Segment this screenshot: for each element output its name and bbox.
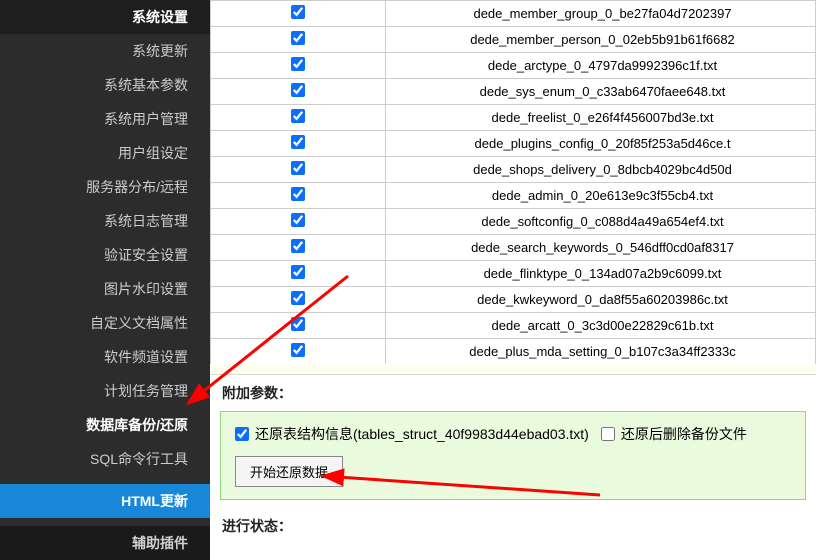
file-checkbox[interactable] xyxy=(291,239,305,253)
table-row: dede_arcatt_0_3c3d00e22829c61b.txt xyxy=(211,313,816,339)
file-checkbox[interactable] xyxy=(291,31,305,45)
table-row: dede_plugins_config_0_20f85f253a5d46ce.t xyxy=(211,131,816,157)
sidebar-item-user-mgmt[interactable]: 系统用户管理 xyxy=(0,102,210,136)
file-checkbox[interactable] xyxy=(291,109,305,123)
delete-after-checkbox[interactable] xyxy=(601,427,615,441)
file-name: dede_arcatt_0_3c3d00e22829c61b.txt xyxy=(390,318,815,333)
table-row: dede_search_keywords_0_546dff0cd0af8317 xyxy=(211,235,816,261)
file-name: dede_search_keywords_0_546dff0cd0af8317 xyxy=(390,240,815,255)
sidebar-item-security[interactable]: 验证安全设置 xyxy=(0,238,210,272)
note-row xyxy=(210,364,816,375)
file-name: dede_shops_delivery_0_8dbcb4029bc4d50d xyxy=(390,162,815,177)
restore-struct-label: 还原表结构信息(tables_struct_40f9983d44ebad03.t… xyxy=(255,424,589,444)
sidebar-item-sql[interactable]: SQL命令行工具 xyxy=(0,442,210,476)
start-restore-button[interactable]: 开始还原数据 xyxy=(235,456,343,487)
table-row: dede_admin_0_20e613e9c3f55cb4.txt xyxy=(211,183,816,209)
file-name: dede_freelist_0_e26f4f456007bd3e.txt xyxy=(390,110,815,125)
file-name: dede_arctype_0_4797da9992396c1f.txt xyxy=(390,58,815,73)
file-name: dede_plus_mda_setting_0_b107c3a34ff2333c xyxy=(390,344,815,359)
file-checkbox[interactable] xyxy=(291,5,305,19)
file-checkbox[interactable] xyxy=(291,83,305,97)
table-row: dede_member_group_0_be27fa04d7202397 xyxy=(211,1,816,27)
file-name: dede_member_group_0_be27fa04d7202397 xyxy=(390,6,815,21)
main-content: dede_member_group_0_be27fa04d7202397dede… xyxy=(210,0,816,544)
file-checkbox[interactable] xyxy=(291,265,305,279)
sidebar-item-software[interactable]: 软件频道设置 xyxy=(0,340,210,374)
file-name: dede_sys_enum_0_c33ab6470faee648.txt xyxy=(390,84,815,99)
table-row: dede_softconfig_0_c088d4a49a654ef4.txt xyxy=(211,209,816,235)
params-title: 附加参数： xyxy=(210,375,816,411)
sidebar-item-db-backup[interactable]: 数据库备份/还原 xyxy=(0,408,210,442)
table-row: dede_sys_enum_0_c33ab6470faee648.txt xyxy=(211,79,816,105)
file-checkbox[interactable] xyxy=(291,213,305,227)
table-row: dede_freelist_0_e26f4f456007bd3e.txt xyxy=(211,105,816,131)
table-row: dede_plus_mda_setting_0_b107c3a34ff2333c xyxy=(211,339,816,365)
file-name: dede_admin_0_20e613e9c3f55cb4.txt xyxy=(390,188,815,203)
table-row: dede_flinktype_0_134ad07a2b9c6099.txt xyxy=(211,261,816,287)
file-name: dede_kwkeyword_0_da8f55a60203986c.txt xyxy=(390,292,815,307)
file-checkbox[interactable] xyxy=(291,317,305,331)
sidebar-item-docattr[interactable]: 自定义文档属性 xyxy=(0,306,210,340)
file-checkbox[interactable] xyxy=(291,135,305,149)
sidebar-item-watermark[interactable]: 图片水印设置 xyxy=(0,272,210,306)
file-checkbox[interactable] xyxy=(291,343,305,357)
sidebar-heading-plugin[interactable]: 辅助插件 xyxy=(0,526,210,560)
delete-after-label: 还原后删除备份文件 xyxy=(621,424,747,444)
file-name: dede_member_person_0_02eb5b91b61f6682 xyxy=(390,32,815,47)
sidebar: 系统设置 系统更新 系统基本参数 系统用户管理 用户组设定 服务器分布/远程 系… xyxy=(0,0,210,544)
file-name: dede_flinktype_0_134ad07a2b9c6099.txt xyxy=(390,266,815,281)
file-name: dede_softconfig_0_c088d4a49a654ef4.txt xyxy=(390,214,815,229)
file-checkbox[interactable] xyxy=(291,187,305,201)
table-row: dede_member_person_0_02eb5b91b61f6682 xyxy=(211,27,816,53)
file-checkbox[interactable] xyxy=(291,57,305,71)
sidebar-item-server[interactable]: 服务器分布/远程 xyxy=(0,170,210,204)
params-box: 还原表结构信息(tables_struct_40f9983d44ebad03.t… xyxy=(220,411,806,500)
file-table: dede_member_group_0_be27fa04d7202397dede… xyxy=(210,0,816,365)
sidebar-heading-system[interactable]: 系统设置 xyxy=(0,0,210,34)
file-name: dede_plugins_config_0_20f85f253a5d46ce.t xyxy=(390,136,815,151)
sidebar-item-usergroup[interactable]: 用户组设定 xyxy=(0,136,210,170)
sidebar-item-update[interactable]: 系统更新 xyxy=(0,34,210,68)
sidebar-heading-html[interactable]: HTML更新 xyxy=(0,484,210,518)
table-row: dede_shops_delivery_0_8dbcb4029bc4d50d xyxy=(211,157,816,183)
restore-struct-checkbox[interactable] xyxy=(235,427,249,441)
table-row: dede_arctype_0_4797da9992396c1f.txt xyxy=(211,53,816,79)
file-checkbox[interactable] xyxy=(291,291,305,305)
sidebar-item-log[interactable]: 系统日志管理 xyxy=(0,204,210,238)
table-row: dede_kwkeyword_0_da8f55a60203986c.txt xyxy=(211,287,816,313)
sidebar-item-basic[interactable]: 系统基本参数 xyxy=(0,68,210,102)
progress-title: 进行状态： xyxy=(210,508,816,544)
file-checkbox[interactable] xyxy=(291,161,305,175)
sidebar-item-cron[interactable]: 计划任务管理 xyxy=(0,374,210,408)
